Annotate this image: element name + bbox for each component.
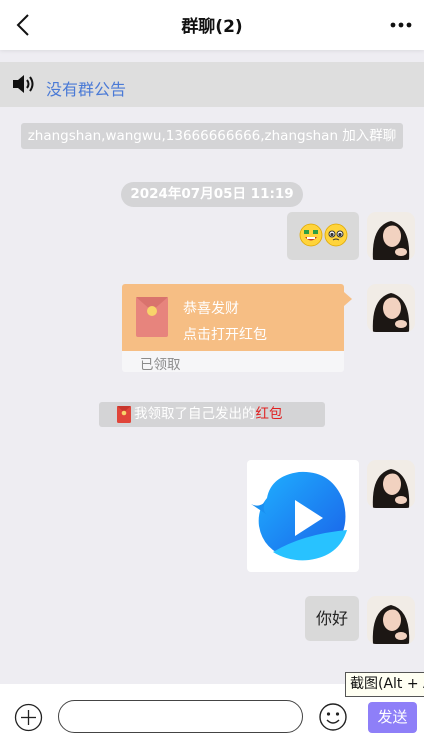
pleading-face-emoji-icon — [324, 223, 348, 247]
image-message[interactable] — [247, 460, 359, 572]
red-packet-message[interactable]: 恭喜发财 点击打开红包 已领取 — [122, 284, 352, 373]
avatar[interactable] — [367, 284, 415, 332]
more-options-icon[interactable] — [386, 10, 416, 40]
money-eyes-emoji-icon — [299, 223, 323, 247]
send-button[interactable]: 发送 — [368, 702, 417, 733]
text-message-bubble[interactable]: 你好 — [305, 596, 359, 641]
red-envelope-icon — [136, 297, 168, 337]
screenshot-tooltip: 截图(Alt + A — [345, 672, 424, 697]
tencent-video-logo-icon — [251, 471, 347, 561]
message-timestamp: 2024年07月05日 11:19 — [121, 182, 303, 207]
emoji-smile-icon[interactable] — [318, 702, 348, 732]
avatar[interactable] — [367, 212, 415, 260]
user-photo-icon — [367, 284, 415, 332]
join-notice: zhangshan,wangwu,13666666666,zhangshan 加… — [21, 123, 403, 149]
announcement-text[interactable]: 没有群公告 — [46, 76, 126, 100]
back-arrow-icon[interactable] — [12, 12, 36, 38]
red-packet-notice-text: 我领取了自己发出的 — [134, 406, 256, 422]
user-photo-icon — [367, 596, 415, 644]
plus-circle-icon[interactable] — [14, 703, 43, 732]
speaker-icon — [13, 75, 34, 93]
header-bar — [0, 0, 424, 50]
avatar[interactable] — [367, 460, 415, 508]
red-packet-title: 恭喜发财 — [183, 301, 239, 317]
user-photo-icon — [367, 460, 415, 508]
red-envelope-small-icon — [117, 406, 131, 423]
emoji-message-bubble[interactable] — [287, 212, 359, 260]
red-packet-subtitle: 点击打开红包 — [183, 327, 267, 343]
message-input[interactable] — [58, 700, 303, 733]
red-packet-status: 已领取 — [140, 357, 181, 373]
user-photo-icon — [367, 212, 415, 260]
red-packet-link[interactable]: 红包 — [256, 406, 283, 422]
avatar[interactable] — [367, 596, 415, 644]
red-packet-received-notice: 我领取了自己发出的红包 — [99, 402, 325, 427]
red-packet-tail — [344, 292, 352, 306]
